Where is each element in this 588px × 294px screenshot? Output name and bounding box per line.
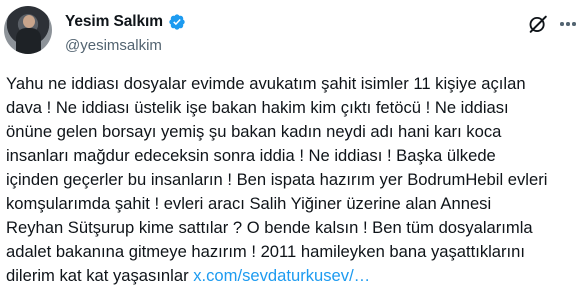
tweet-line: insanları mağdur edeceksin sonra iddia !… [6, 146, 496, 165]
tweet-link[interactable]: x.com/sevdaturkusev/… [193, 266, 370, 285]
avatar-head [23, 15, 35, 28]
tweet-line-last: dilerim kat kat yaşasınlar x.com/sevdatu… [6, 264, 586, 288]
verified-badge-icon [169, 14, 185, 30]
author-handle[interactable]: @yesimsalkim [65, 37, 162, 54]
author-name-row: Yesim Salkım [65, 13, 186, 31]
tweet-line: dava ! Ne iddiası üstelik işe bakan haki… [6, 98, 509, 117]
author-display-name[interactable]: Yesim Salkım [65, 13, 163, 31]
tweet-line: önüne gelen borsayı yemiş şu bakan kadın… [6, 122, 502, 141]
tweet-line: adalet bakanına gitmeye hazırım ! 2011 h… [6, 242, 526, 261]
tweet-line: komşularımda şahit ! evleri aracı Salih … [6, 194, 492, 213]
tweet-last-line-text: dilerim kat kat yaşasınlar [6, 266, 194, 285]
grok-icon[interactable] [527, 13, 549, 35]
tweet-line: Reyhan Sütşurup kime sattılar ? O bende … [6, 218, 533, 237]
tweet-line: içinden geçerler bu insanların ! Ben isp… [6, 170, 548, 189]
user-avatar[interactable] [4, 6, 52, 54]
tweet-text: Yahu ne iddiası dosyalar evimde avukatım… [6, 72, 586, 288]
dot [572, 22, 576, 26]
dot [560, 22, 564, 26]
dot [566, 22, 570, 26]
tweet-card: Yesim Salkım @yesimsalkim Yahu ne iddias… [0, 0, 588, 294]
tweet-line: Yahu ne iddiası dosyalar evimde avukatım… [6, 74, 526, 93]
avatar-body [16, 28, 41, 54]
more-dots-icon[interactable] [560, 22, 576, 26]
